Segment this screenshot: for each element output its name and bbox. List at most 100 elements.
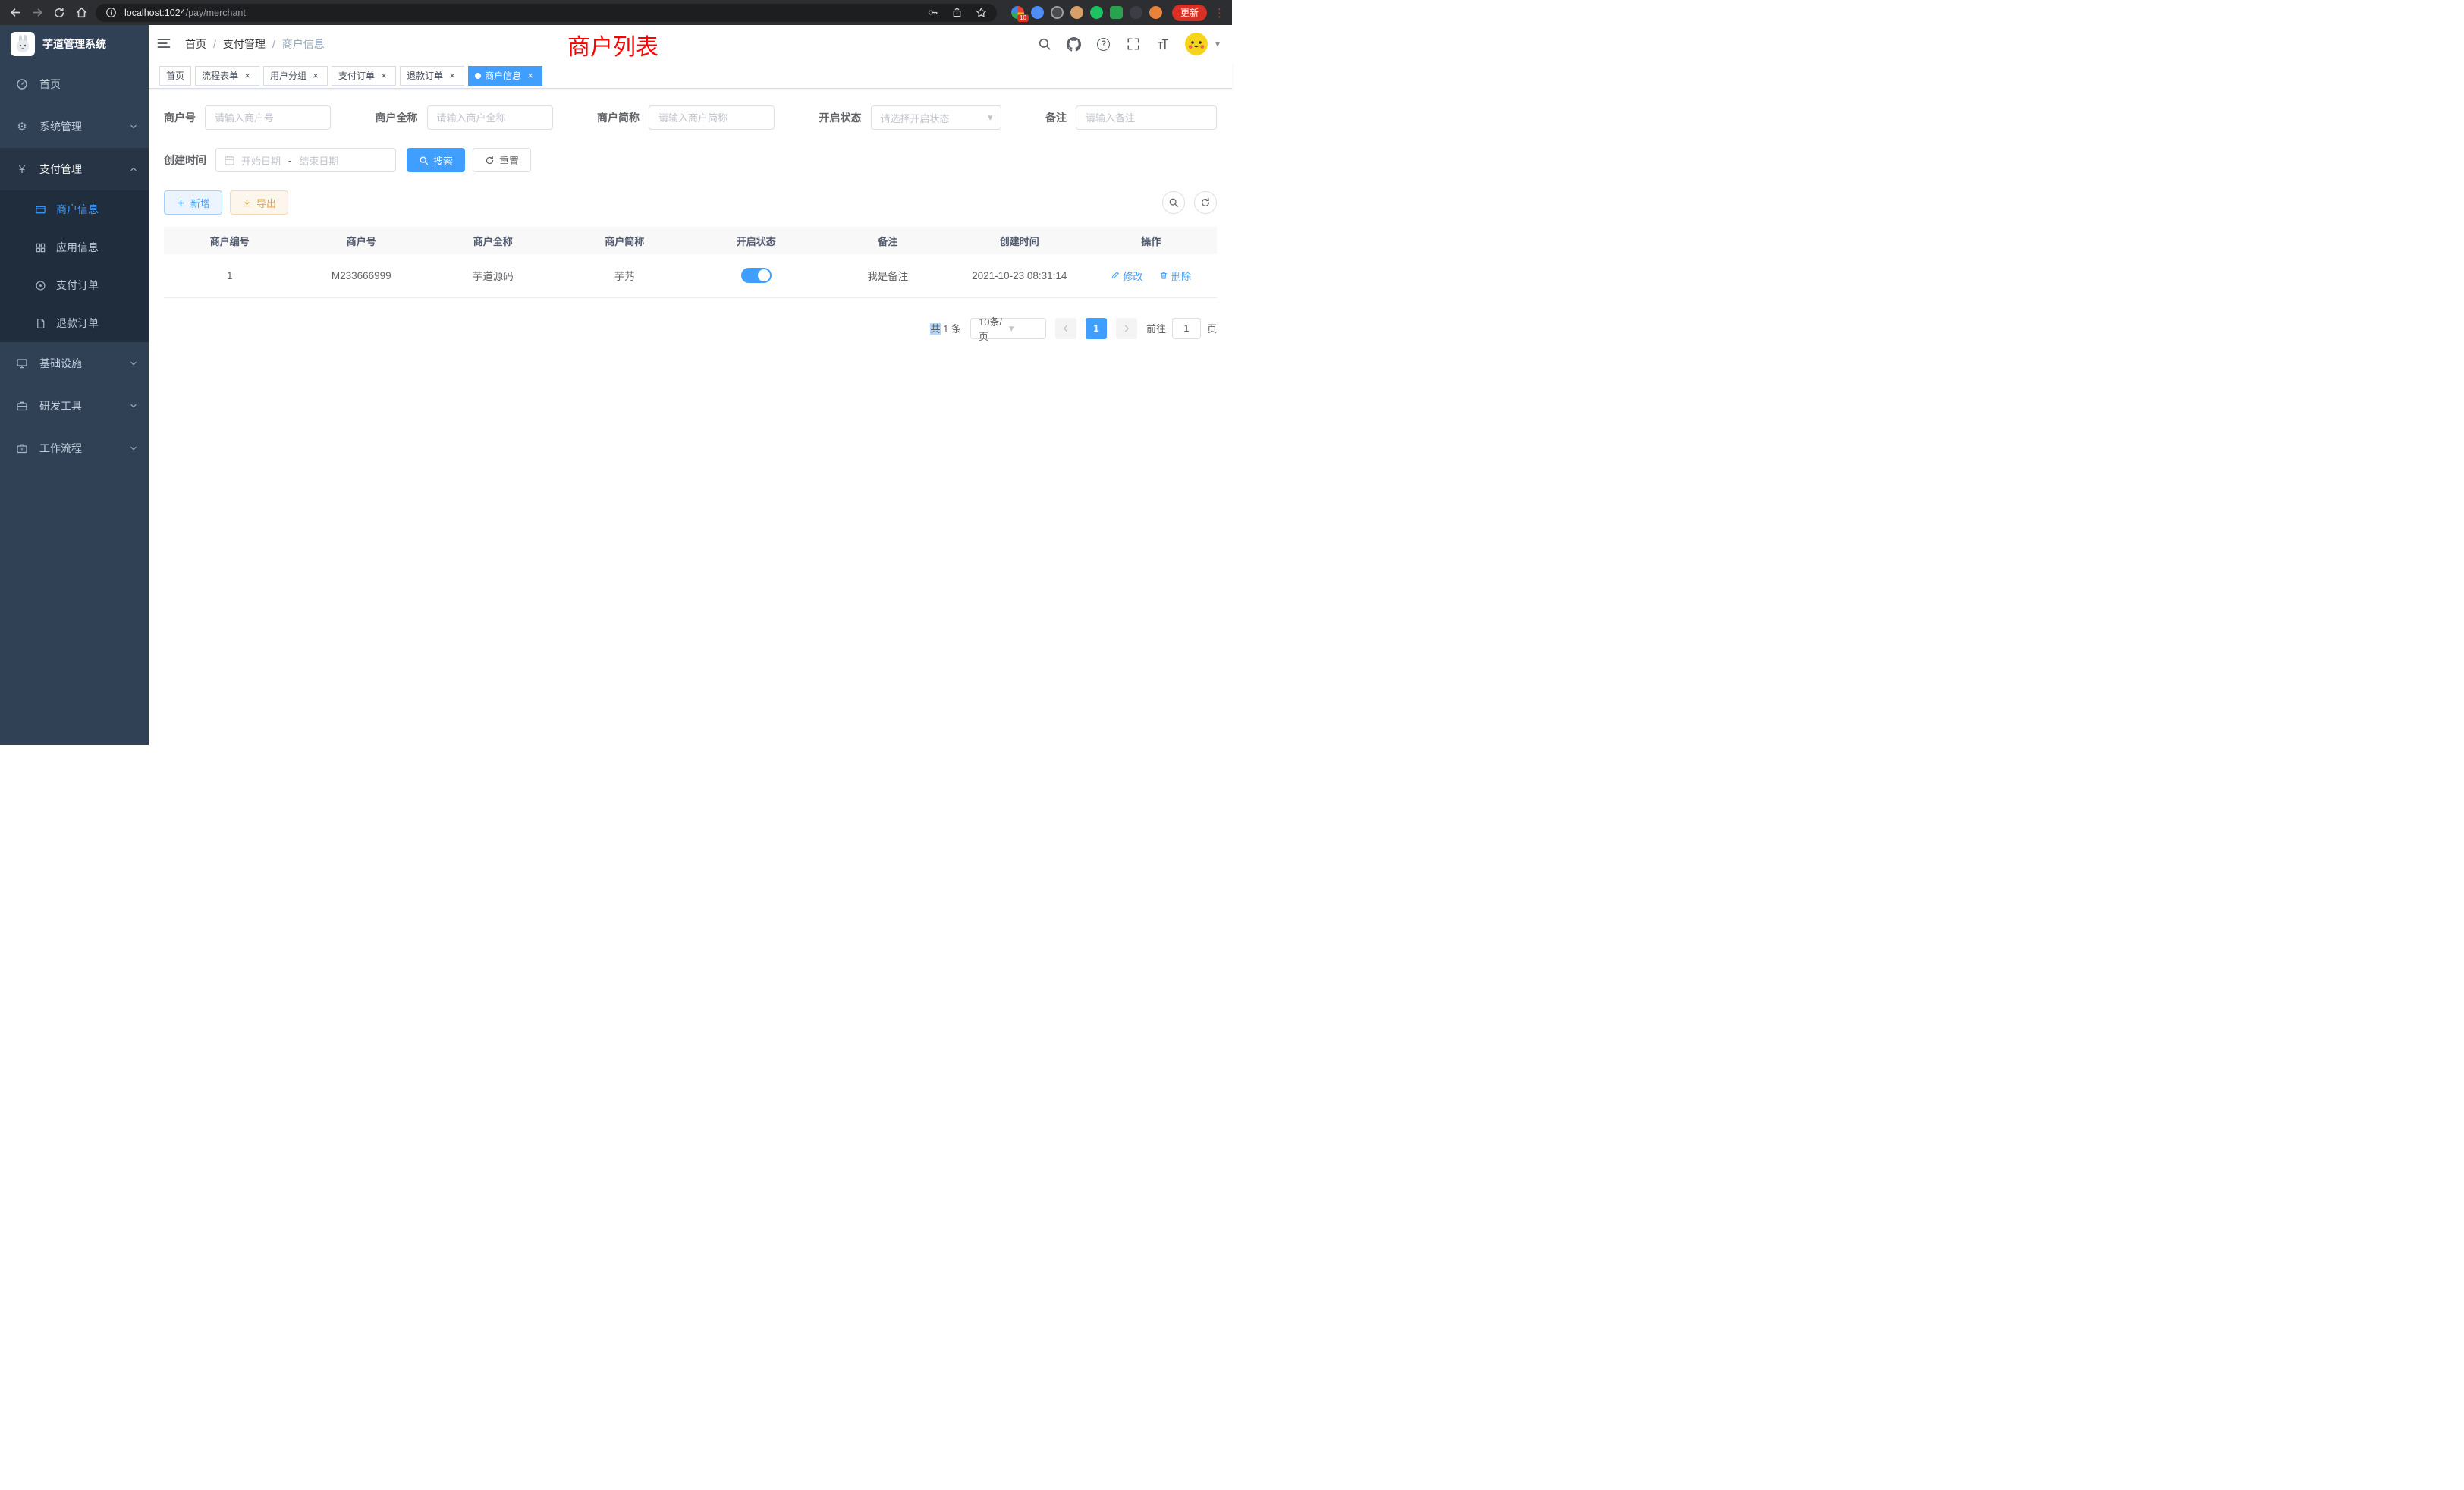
breadcrumb-item[interactable]: 支付管理 [223, 36, 266, 52]
app-navbar: 首页 / 支付管理 / 商户信息 ? [149, 25, 1232, 63]
end-date-placeholder: 结束日期 [299, 153, 338, 168]
logo-image [11, 32, 35, 56]
address-bar[interactable]: localhost:1024/pay/merchant [96, 4, 997, 22]
export-button[interactable]: 导出 [230, 190, 288, 215]
cell-merchant-id: 1 [164, 254, 296, 297]
remark-input[interactable] [1076, 105, 1217, 130]
col-create-time: 创建时间 [954, 227, 1086, 254]
sidebar-item-home[interactable]: 首页 [0, 63, 149, 105]
merchant-name-input[interactable] [427, 105, 553, 130]
page-size-select[interactable]: 10条/页 ▾ [970, 318, 1046, 339]
tag-user-group[interactable]: 用户分组 × [263, 66, 328, 86]
sidebar-item-merchant-info[interactable]: 商户信息 [0, 190, 149, 228]
sidebar-item-label: 支付管理 [39, 162, 82, 177]
next-page-button[interactable] [1116, 318, 1137, 339]
avatar-caret-icon[interactable]: ▾ [1215, 39, 1220, 49]
tag-label: 商户信息 [485, 69, 521, 82]
browser-profile-avatar[interactable] [1149, 6, 1162, 19]
merchant-no-input[interactable] [205, 105, 331, 130]
status-toggle[interactable] [741, 268, 772, 283]
sidebar-item-payment[interactable]: ¥ 支付管理 [0, 148, 149, 190]
search-icon[interactable] [1037, 36, 1052, 52]
add-button[interactable]: 新增 [164, 190, 222, 215]
extension-icon-5[interactable] [1090, 6, 1103, 19]
goto-label: 前往 [1146, 321, 1166, 335]
goto-page-input[interactable] [1172, 318, 1201, 339]
browser-toolbar: localhost:1024/pay/merchant 10 更新 ⋮ [0, 0, 1232, 25]
bookmark-star-icon[interactable] [974, 5, 989, 20]
search-button[interactable]: 搜索 [407, 148, 465, 172]
col-status: 开启状态 [690, 227, 822, 254]
site-info-icon[interactable] [103, 5, 118, 20]
tag-refund-order[interactable]: 退款订单 × [400, 66, 464, 86]
extension-icon-3[interactable] [1051, 6, 1064, 19]
hamburger-icon[interactable] [156, 36, 173, 52]
close-icon[interactable]: × [310, 71, 321, 81]
extension-icon-6[interactable] [1110, 6, 1123, 19]
fullscreen-icon[interactable] [1126, 36, 1141, 52]
browser-home-icon[interactable] [74, 5, 89, 20]
sidebar-item-pay-order[interactable]: 支付订单 [0, 266, 149, 304]
refresh-table-button[interactable] [1194, 191, 1217, 214]
help-icon[interactable]: ? [1096, 36, 1111, 52]
range-separator: - [287, 155, 293, 166]
browser-back-icon[interactable] [8, 5, 23, 20]
reset-button[interactable]: 重置 [473, 148, 531, 172]
reset-button-label: 重置 [499, 153, 519, 168]
github-icon[interactable] [1067, 36, 1082, 52]
close-icon[interactable]: × [242, 71, 253, 81]
workflow-icon [15, 442, 29, 454]
sidebar-item-workflow[interactable]: 工作流程 [0, 427, 149, 470]
browser-refresh-icon[interactable] [52, 5, 67, 20]
filter-merchant-no: 商户号 [164, 105, 331, 130]
navbar-tools: ? ▾ [1037, 33, 1220, 55]
browser-forward-icon[interactable] [30, 5, 45, 20]
url-text: localhost:1024/pay/merchant [124, 8, 919, 18]
merchant-short-name-input[interactable] [649, 105, 775, 130]
tag-merchant-info[interactable]: 商户信息 × [468, 66, 542, 86]
share-icon[interactable] [950, 5, 965, 20]
close-icon[interactable]: × [447, 71, 457, 81]
sidebar-logo[interactable]: 芋道管理系统 [0, 25, 149, 63]
extension-icon-4[interactable] [1070, 6, 1083, 19]
browser-update-button[interactable]: 更新 [1172, 5, 1207, 21]
tags-view-bar: 首页 流程表单 × 用户分组 × 支付订单 × 退款订单 × 商户信息 × [149, 63, 1232, 89]
prev-page-button[interactable] [1055, 318, 1076, 339]
close-icon[interactable]: × [379, 71, 389, 81]
filter-remark: 备注 [1045, 105, 1217, 130]
sidebar: 芋道管理系统 首页 ⚙ 系统管理 ¥ 支付管理 [0, 25, 149, 745]
user-avatar[interactable] [1185, 33, 1208, 55]
sidebar-item-app-info[interactable]: 应用信息 [0, 228, 149, 266]
date-range-picker[interactable]: 开始日期 - 结束日期 [215, 148, 396, 172]
sidebar-item-infrastructure[interactable]: 基础设施 [0, 342, 149, 385]
add-button-label: 新增 [190, 196, 210, 210]
sidebar-item-system[interactable]: ⚙ 系统管理 [0, 105, 149, 148]
delete-button[interactable]: 删除 [1159, 269, 1191, 283]
toolbox-icon [15, 400, 29, 412]
font-size-icon[interactable] [1155, 36, 1171, 52]
extension-icon-7[interactable] [1130, 6, 1142, 19]
extension-icon-1[interactable]: 10 [1011, 6, 1024, 19]
browser-menu-icon[interactable]: ⋮ [1214, 6, 1224, 20]
edit-button[interactable]: 修改 [1111, 269, 1142, 283]
sidebar-item-refund-order[interactable]: 退款订单 [0, 304, 149, 342]
sidebar-menu: 首页 ⚙ 系统管理 ¥ 支付管理 [0, 63, 149, 470]
tag-pay-order[interactable]: 支付订单 × [332, 66, 396, 86]
filter-create-time: 创建时间 开始日期 - 结束日期 [164, 148, 396, 172]
dashboard-icon [15, 78, 29, 90]
sidebar-item-dev-tools[interactable]: 研发工具 [0, 385, 149, 427]
filter-merchant-short-name: 商户简称 [597, 105, 775, 130]
tag-home[interactable]: 首页 [159, 66, 191, 86]
extension-icon-2[interactable] [1031, 6, 1044, 19]
close-icon[interactable]: × [525, 71, 536, 81]
tag-process-form[interactable]: 流程表单 × [195, 66, 259, 86]
status-select[interactable]: 请选择开启状态 ▾ [871, 105, 1001, 130]
tag-label: 流程表单 [202, 69, 238, 82]
breadcrumb-item[interactable]: 首页 [185, 36, 206, 52]
col-short-name: 商户简称 [559, 227, 691, 254]
page-button-1[interactable]: 1 [1086, 318, 1107, 339]
password-key-icon[interactable] [926, 5, 941, 20]
toggle-search-button[interactable] [1162, 191, 1185, 214]
table-toolbar-right [1162, 191, 1217, 214]
breadcrumb-separator: / [213, 38, 216, 50]
